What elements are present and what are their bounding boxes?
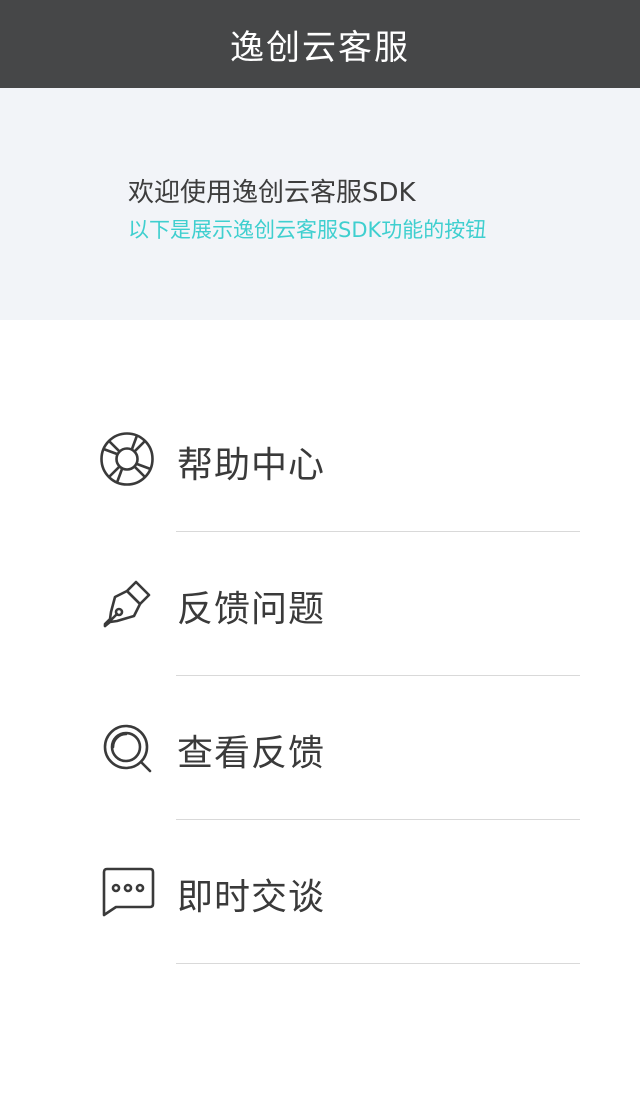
menu-item-label: 反馈问题: [177, 589, 326, 630]
lifebuoy-icon: [98, 430, 156, 488]
navbar: 逸创云客服: [0, 0, 640, 88]
divider: [176, 963, 580, 964]
chat-bubble-icon: [98, 864, 156, 922]
banner-title: 欢迎使用逸创云客服SDK: [128, 178, 416, 208]
menu-item-label: 帮助中心: [177, 445, 326, 486]
banner-subtitle: 以下是展示逸创云客服SDK功能的按钮: [128, 218, 487, 242]
menu-item-submit-feedback[interactable]: 反馈问题: [0, 532, 640, 676]
pen-nib-icon: [98, 576, 156, 634]
menu-item-label: 查看反馈: [177, 733, 326, 774]
menu-item-help-center[interactable]: 帮助中心: [0, 388, 640, 532]
welcome-banner: 欢迎使用逸创云客服SDK 以下是展示逸创云客服SDK功能的按钮: [0, 88, 640, 320]
search-icon: [98, 720, 156, 778]
menu-item-label: 即时交谈: [177, 877, 326, 918]
navbar-title: 逸创云客服: [230, 27, 410, 68]
menu-item-view-feedback[interactable]: 查看反馈: [0, 676, 640, 820]
menu-item-live-chat[interactable]: 即时交谈: [0, 820, 640, 964]
